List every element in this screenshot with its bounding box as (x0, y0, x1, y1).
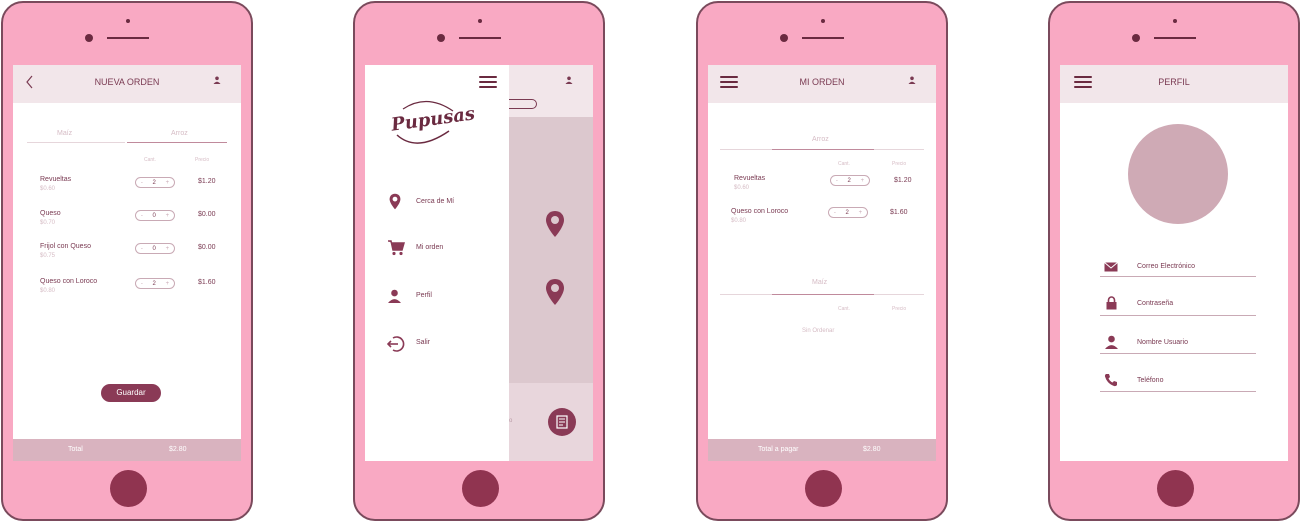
total-label: Total (68, 446, 83, 453)
item-total: $1.20 (894, 177, 912, 184)
menu-label: Cerca de Mí (416, 198, 455, 205)
order-fab[interactable] (548, 408, 576, 436)
field-label: Contraseña (1137, 300, 1174, 307)
field-label: Teléfono (1137, 377, 1164, 384)
col-cant: Cant. (144, 157, 156, 163)
phone-menu: o Pupusas Cerca de Mí Mi orden Perfil Sa… (353, 1, 605, 521)
user-icon[interactable] (565, 76, 573, 84)
item-unit-price: $0.80 (731, 218, 747, 224)
quantity-stepper[interactable]: -2 + (828, 207, 868, 218)
location-pin-icon[interactable] (545, 278, 565, 306)
user-icon (388, 289, 401, 303)
home-button[interactable] (805, 470, 842, 507)
phone-nueva-orden: NUEVA ORDEN Maíz Arroz Cant. Precio Revu… (1, 1, 253, 521)
col-precio: Precio (892, 161, 907, 167)
section-arroz: Arroz (812, 136, 829, 143)
item-name: Queso con Loroco (731, 208, 789, 215)
item-unit-price: $0.80 (40, 288, 56, 294)
screen-perfil: PERFIL Correo Electrónico Contraseña Nom… (1060, 65, 1288, 461)
col-precio: Precio (892, 306, 907, 312)
menu-label: Salir (416, 339, 431, 346)
section-maiz: Maíz (812, 279, 828, 286)
logo: Pupusas (387, 95, 476, 145)
mail-icon (1104, 262, 1118, 272)
item-unit-price: $0.70 (40, 220, 56, 226)
col-cant: Cant. (838, 306, 850, 312)
item-name: Revueltas (734, 175, 766, 182)
screen-nueva-orden: NUEVA ORDEN Maíz Arroz Cant. Precio Revu… (13, 65, 241, 461)
item-name: Queso (40, 210, 61, 217)
quantity-stepper[interactable]: -2 + (830, 175, 870, 186)
quantity-stepper[interactable]: -2 + (135, 278, 175, 289)
item-total: $0.00 (198, 244, 216, 251)
home-button[interactable] (462, 470, 499, 507)
phone-mi-orden: MI ORDEN Arroz Cant. Precio Revueltas $0… (696, 1, 948, 521)
location-pin-icon (389, 193, 401, 210)
item-total: $1.20 (198, 178, 216, 185)
field-label: Correo Electrónico (1137, 263, 1195, 270)
quantity-stepper[interactable]: -2 + (135, 177, 175, 188)
top-bar: NUEVA ORDEN (13, 65, 241, 103)
top-bar: PERFIL (1060, 65, 1288, 103)
page-title: NUEVA ORDEN (94, 77, 160, 87)
page-title: MI ORDEN (799, 77, 845, 87)
item-unit-price: $0.60 (734, 185, 750, 191)
item-name: Queso con Loroco (40, 278, 98, 285)
tab-arroz[interactable]: Arroz (171, 130, 188, 137)
total-bar: Total a pagar $2.80 (708, 439, 936, 461)
item-name: Frijol con Queso (40, 243, 91, 250)
avatar[interactable] (1128, 124, 1228, 224)
home-button[interactable] (1157, 470, 1194, 507)
empty-state: Sin Ordenar (802, 328, 835, 334)
side-drawer: Pupusas Cerca de Mí Mi orden Perfil Sali… (365, 65, 509, 461)
col-precio: Precio (195, 157, 210, 163)
menu-label: Perfil (416, 292, 432, 299)
user-icon[interactable] (213, 76, 221, 84)
location-pin-icon[interactable] (545, 210, 565, 238)
home-button[interactable] (110, 470, 147, 507)
item-total: $1.60 (890, 209, 908, 216)
total-bar: Total $2.80 (13, 439, 241, 461)
screen-menu: o Pupusas Cerca de Mí Mi orden Perfil Sa… (365, 65, 593, 461)
total-label: Total a pagar (758, 446, 799, 453)
item-total: $0.00 (198, 211, 216, 218)
quantity-stepper[interactable]: -0 + (135, 243, 175, 254)
user-icon (1105, 335, 1118, 349)
item-unit-price: $0.60 (40, 186, 56, 192)
item-unit-price: $0.75 (40, 253, 56, 259)
hamburger-icon[interactable] (479, 76, 497, 88)
total-value: $2.80 (863, 446, 881, 453)
total-value: $2.80 (169, 446, 187, 453)
col-cant: Cant. (838, 161, 850, 167)
save-button[interactable]: Guardar (101, 384, 161, 402)
top-bar: MI ORDEN (708, 65, 936, 103)
lock-icon (1106, 296, 1117, 310)
receipt-icon (556, 415, 568, 429)
page-title: PERFIL (1158, 77, 1190, 87)
field-label: Nombre Usuario (1137, 339, 1188, 346)
item-name: Revueltas (40, 176, 72, 183)
phone-perfil: PERFIL Correo Electrónico Contraseña Nom… (1048, 1, 1300, 521)
menu-label: Mi orden (416, 244, 444, 251)
tab-maiz[interactable]: Maíz (57, 130, 72, 137)
item-total: $1.60 (198, 279, 216, 286)
cart-icon (388, 240, 405, 256)
phone-icon (1104, 374, 1117, 387)
partial-text: o (509, 418, 513, 424)
quantity-stepper[interactable]: -0 + (135, 210, 175, 221)
screen-mi-orden: MI ORDEN Arroz Cant. Precio Revueltas $0… (708, 65, 936, 461)
logout-icon (387, 336, 405, 352)
user-icon[interactable] (908, 76, 916, 84)
